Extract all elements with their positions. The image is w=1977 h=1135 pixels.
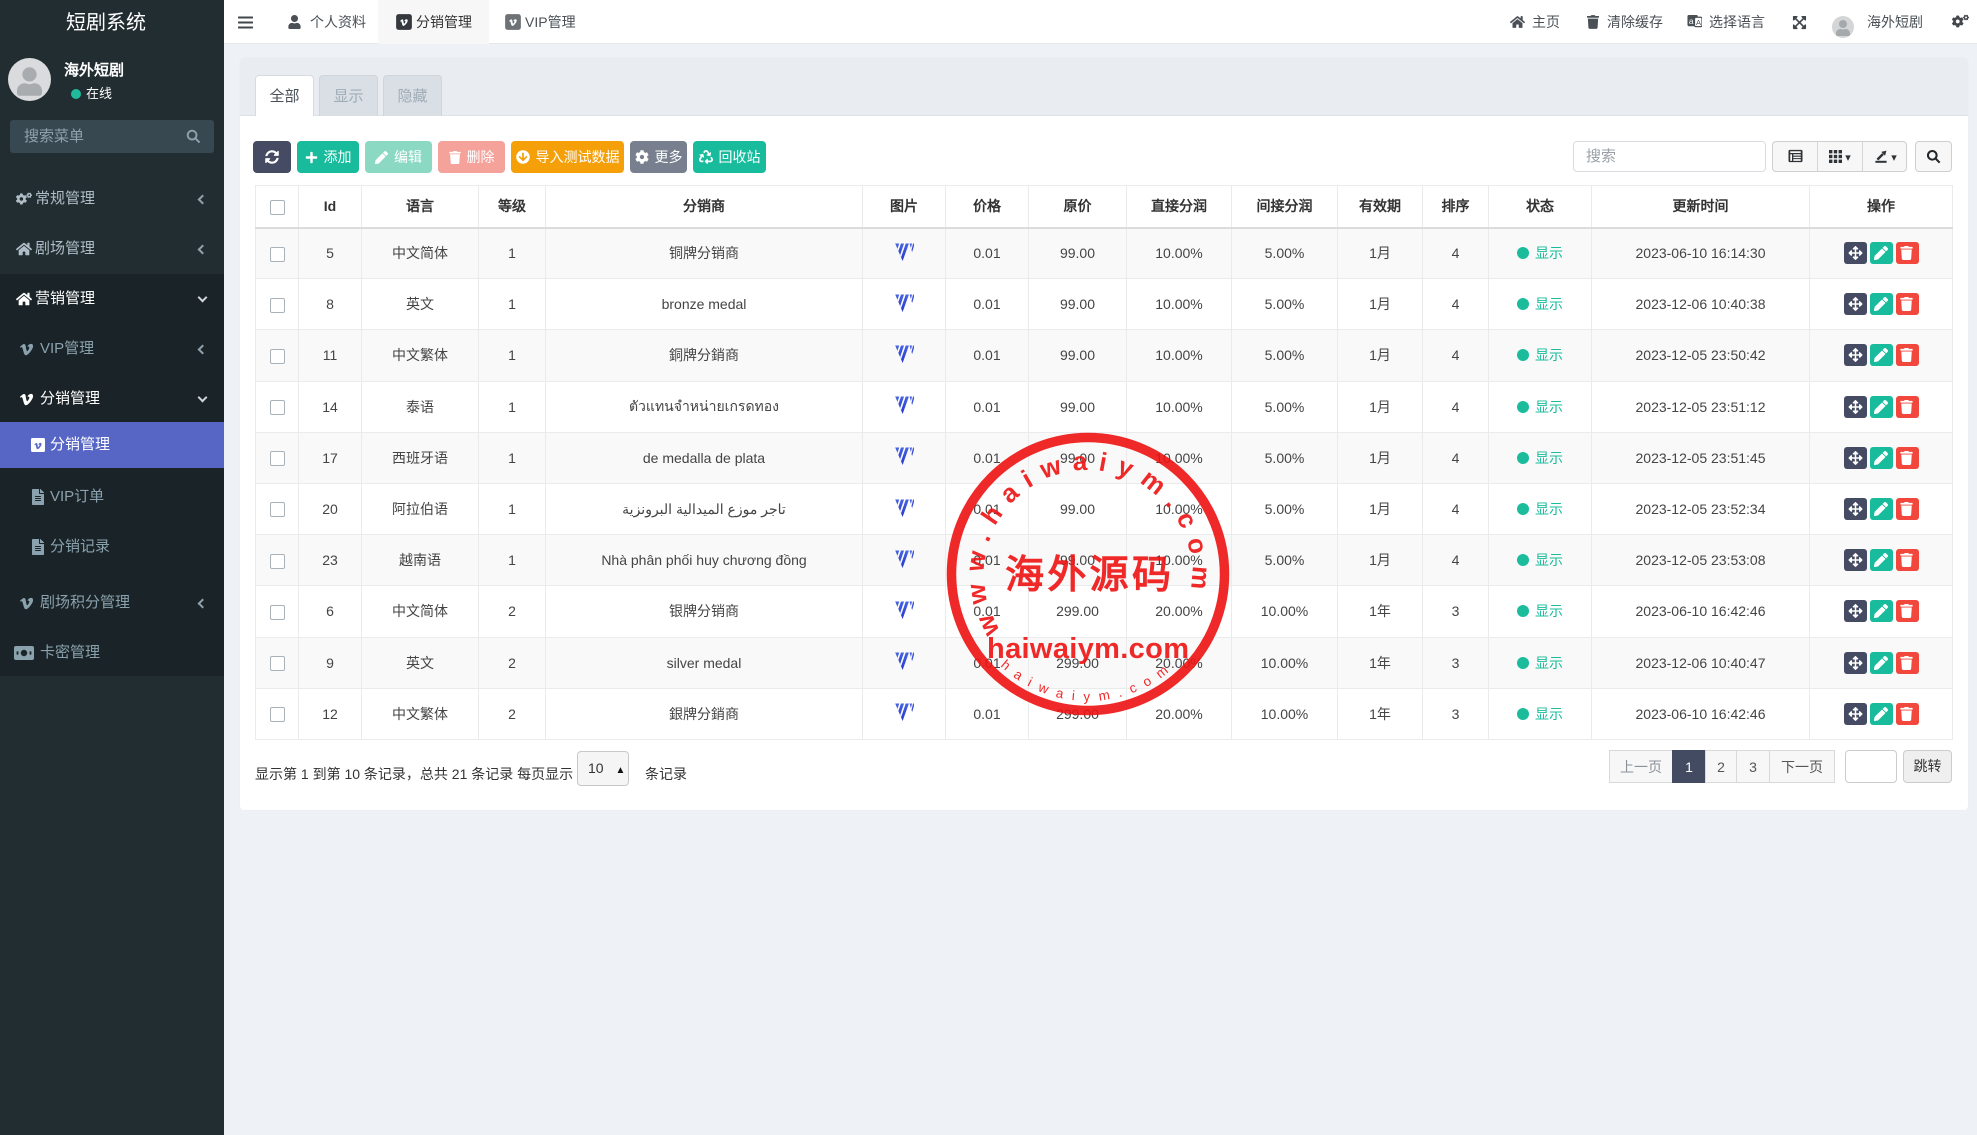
svg-text:a: a [1689,16,1694,26]
svg-text:A: A [1696,18,1701,27]
svg-text:海外源码: 海外源码 [1005,554,1171,597]
svg-text:haiwaiym.com: haiwaiym.com [987,633,1189,665]
